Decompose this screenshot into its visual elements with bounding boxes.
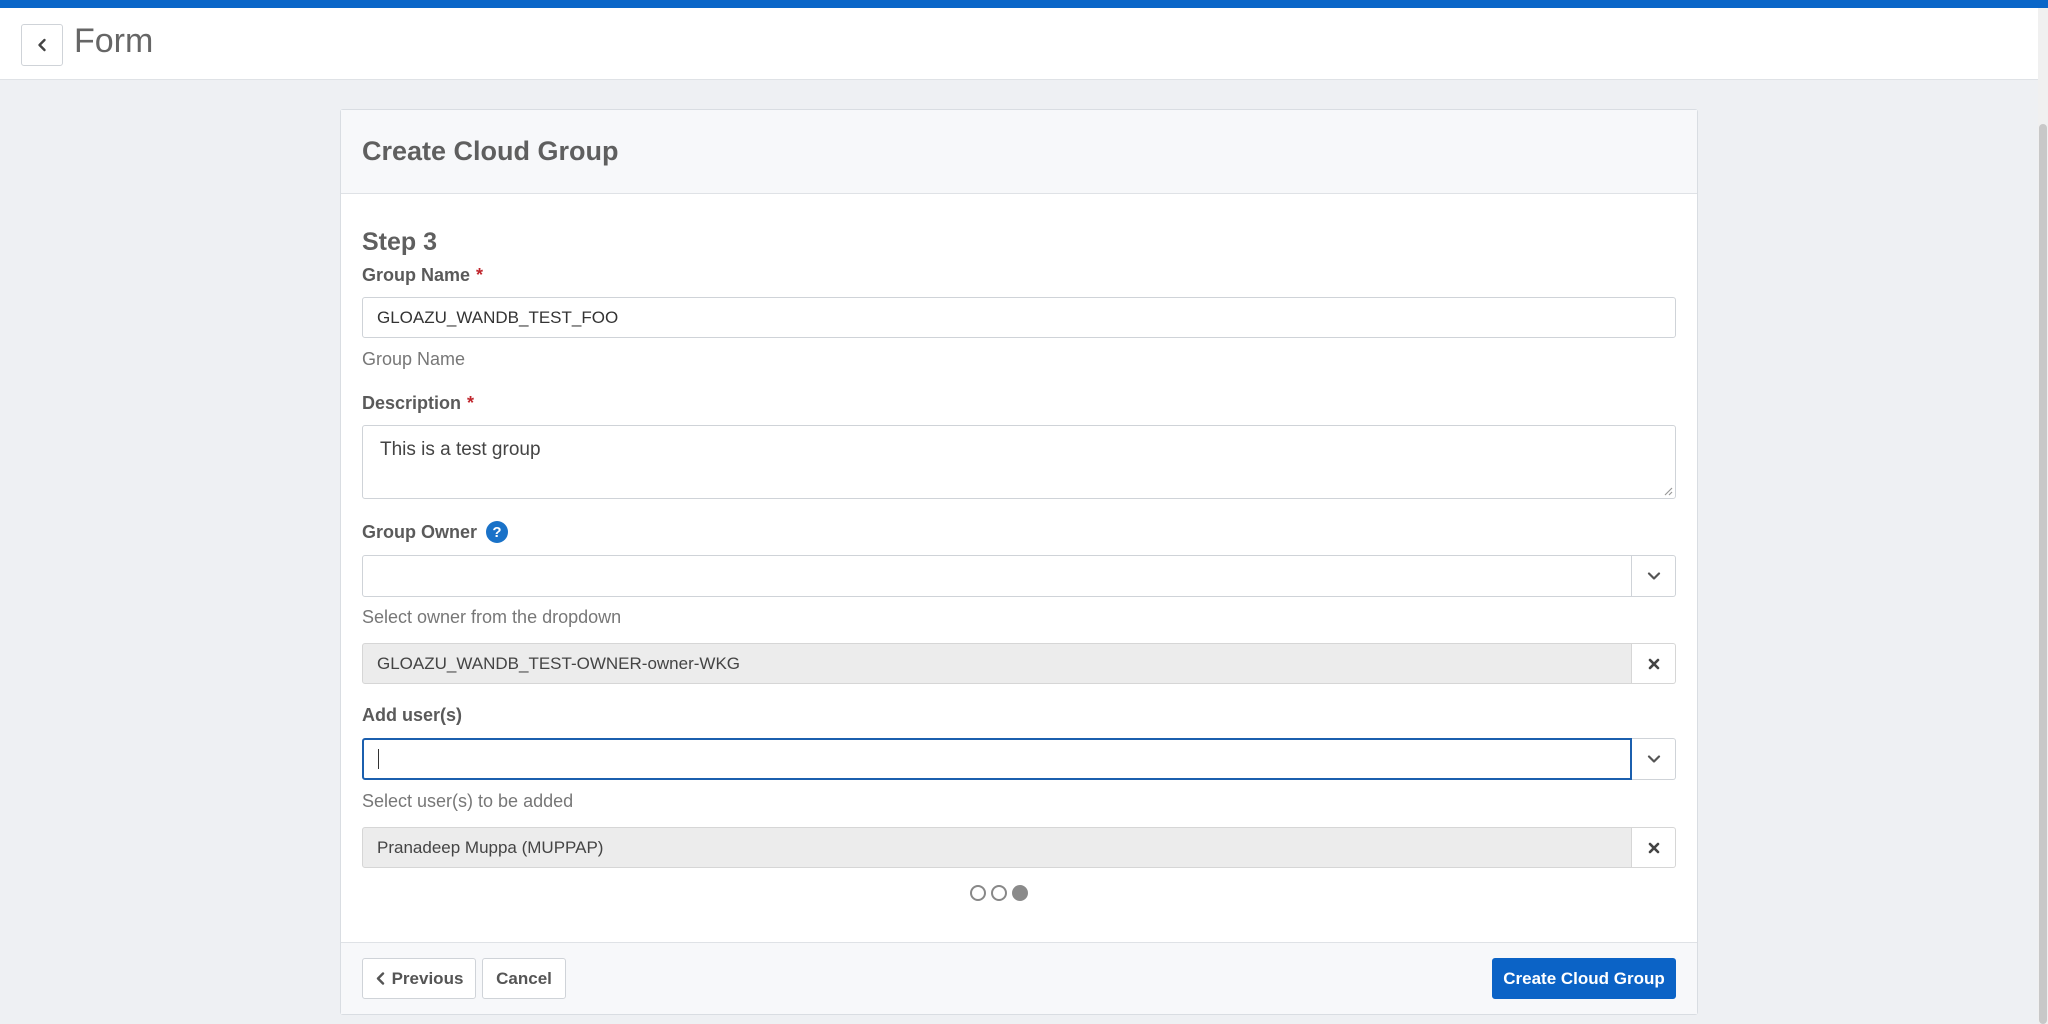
create-cloud-group-card: Create Cloud Group Step 3 Group Name * G… — [340, 109, 1698, 1015]
add-users-dropdown-button[interactable] — [1632, 738, 1676, 780]
card-body: Step 3 Group Name * GLOAZU_WANDB_TEST_FO… — [341, 194, 1697, 926]
step-dot-3 — [1012, 885, 1028, 901]
group-owner-combobox — [362, 555, 1676, 597]
text-caret — [378, 749, 379, 769]
group-owner-dropdown-button[interactable] — [1632, 555, 1676, 597]
description-label-text: Description — [362, 393, 462, 413]
description-label: Description * — [362, 393, 474, 414]
create-cloud-group-button[interactable]: Create Cloud Group — [1492, 958, 1676, 999]
remove-owner-button[interactable] — [1632, 643, 1676, 684]
help-icon[interactable]: ? — [486, 521, 509, 543]
group-owner-label-text: Group Owner — [362, 521, 478, 542]
card-header: Create Cloud Group — [341, 110, 1697, 194]
description-value: This is a test group — [380, 439, 541, 460]
previous-label: Previous — [391, 968, 464, 988]
add-users-label: Add user(s) — [362, 705, 462, 726]
group-name-label: Group Name * — [362, 265, 483, 286]
required-mark: * — [476, 265, 484, 285]
add-users-combobox — [362, 738, 1676, 780]
chevron-left-icon — [376, 972, 384, 985]
scrollbar-thumb[interactable] — [2039, 124, 2047, 1024]
add-users-input[interactable] — [362, 738, 1632, 780]
required-mark: * — [467, 393, 475, 413]
add-users-label-text: Add user(s) — [362, 705, 463, 725]
previous-button[interactable]: Previous — [362, 958, 476, 999]
add-users-help: Select user(s) to be added — [362, 791, 574, 811]
group-name-help: Group Name — [362, 349, 466, 369]
selected-owner-row: GLOAZU_WANDB_TEST-OWNER-owner-WKG — [362, 643, 1676, 684]
chevron-down-icon — [1647, 755, 1660, 763]
selected-owner-value: GLOAZU_WANDB_TEST-OWNER-owner-WKG — [362, 643, 1632, 684]
group-name-input[interactable]: GLOAZU_WANDB_TEST_FOO — [362, 297, 1676, 338]
group-owner-input[interactable] — [362, 555, 1632, 597]
page-title: Form — [74, 22, 154, 60]
cancel-button[interactable]: Cancel — [482, 958, 566, 999]
page-header: Form — [0, 8, 2038, 80]
step-dot-2 — [991, 885, 1007, 901]
card-title: Create Cloud Group — [362, 136, 619, 166]
resize-grip-icon[interactable] — [1663, 486, 1673, 496]
step-title: Step 3 — [362, 228, 438, 256]
description-textarea[interactable]: This is a test group — [362, 425, 1676, 499]
top-accent-bar — [0, 0, 2048, 8]
close-icon — [1648, 658, 1659, 669]
back-button[interactable] — [21, 24, 63, 66]
group-owner-label: Group Owner ? — [362, 521, 509, 543]
selected-user-row: Pranadeep Muppa (MUPPAP) — [362, 827, 1676, 868]
step-dot-1 — [970, 885, 986, 901]
selected-user-value: Pranadeep Muppa (MUPPAP) — [362, 827, 1632, 868]
step-indicator — [341, 885, 1657, 901]
chevron-left-icon — [38, 38, 46, 52]
card-footer: Previous Cancel Create Cloud Group — [341, 942, 1697, 1014]
chevron-down-icon — [1647, 572, 1660, 580]
remove-user-button[interactable] — [1632, 827, 1676, 868]
group-name-label-text: Group Name — [362, 265, 471, 285]
close-icon — [1648, 842, 1659, 853]
group-owner-help: Select owner from the dropdown — [362, 607, 622, 627]
